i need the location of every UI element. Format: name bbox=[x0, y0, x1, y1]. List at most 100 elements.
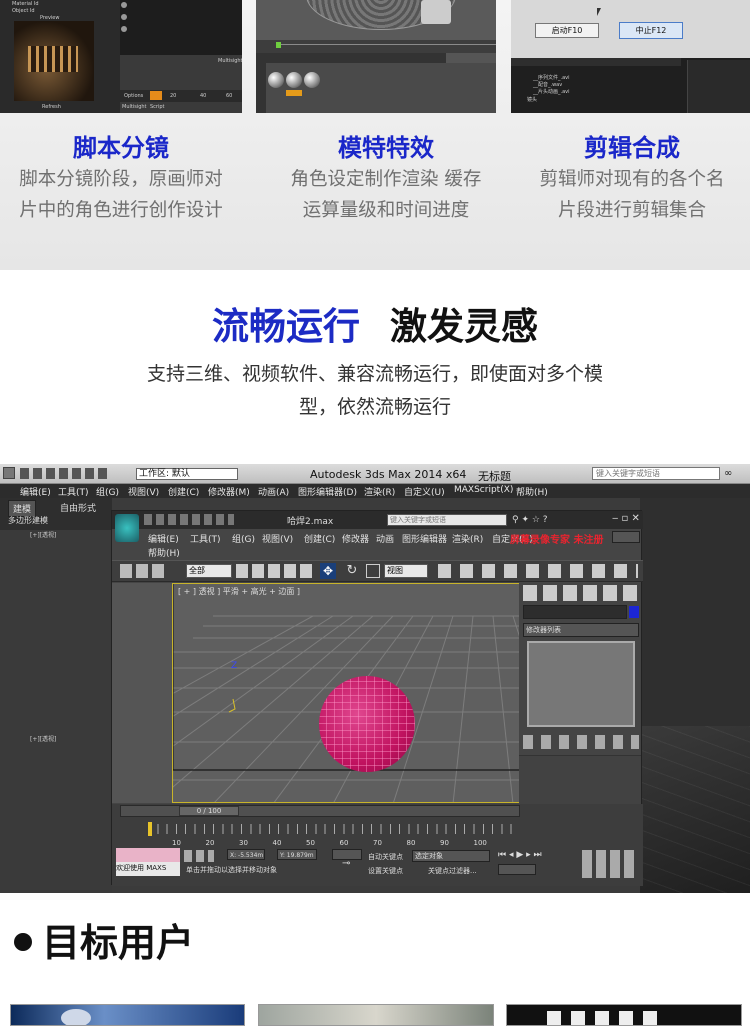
auto-key-button[interactable]: 自动关键点 bbox=[368, 852, 403, 862]
feature-model-effects-title: 模特特效 bbox=[338, 134, 434, 162]
menu-create[interactable]: 创建(C) bbox=[168, 485, 199, 498]
frame-counter: 0 / 100 bbox=[179, 806, 239, 816]
timeline-tick-label: 40 bbox=[273, 839, 282, 847]
max-search-input[interactable]: 键入关键字或短语 bbox=[387, 514, 507, 526]
thumb1-tick-40: 40 bbox=[200, 93, 207, 99]
feature-storyboard-desc-2: 片中的角色进行创作设计 bbox=[19, 200, 223, 221]
thumb1-label-a: Material Id bbox=[12, 1, 39, 7]
mouse-cursor-icon bbox=[597, 8, 601, 16]
software-screenshot: 工作区: 默认 Autodesk 3ds Max 2014 x64 无标题 键入… bbox=[0, 464, 750, 893]
menu-maxscript[interactable]: MAXScript(X) bbox=[454, 485, 513, 495]
scale-tool-icon[interactable] bbox=[366, 564, 380, 578]
modifier-stack[interactable] bbox=[527, 641, 635, 727]
win-menu-views[interactable]: 视图(V) bbox=[262, 532, 293, 545]
search-input[interactable]: 键入关键字或短语 bbox=[592, 467, 720, 480]
timeline-tick-label: 20 bbox=[206, 839, 215, 847]
user-thumbnail-2 bbox=[258, 1004, 494, 1026]
rotate-tool-icon[interactable]: ↻ bbox=[344, 563, 360, 579]
reference-coord-select[interactable]: 视图 bbox=[384, 564, 428, 578]
app-titlebar: 工作区: 默认 Autodesk 3ds Max 2014 x64 无标题 键入… bbox=[0, 464, 750, 484]
sphere-object[interactable] bbox=[319, 676, 415, 772]
thumb3-track-4: 镜头 bbox=[527, 97, 538, 103]
perspective-viewport[interactable]: [ + ] 透视 ] 平滑 + 高光 + 边面 ] Z bbox=[172, 583, 574, 803]
win-menu-group[interactable]: 组(G) bbox=[232, 532, 255, 545]
window-controls[interactable]: ‒ ▫ ✕ bbox=[612, 513, 640, 524]
playback-controls[interactable]: ⏮ ◂ ▶ ▸ ⏭ bbox=[498, 850, 542, 860]
win-menu-edit[interactable]: 编辑(E) bbox=[148, 532, 179, 545]
start-button[interactable]: 启动F10 bbox=[535, 23, 599, 38]
workspace-select[interactable]: 工作区: 默认 bbox=[136, 468, 238, 480]
win-menu-help[interactable]: 帮助(H) bbox=[148, 546, 180, 559]
feature-storyboard-desc-1: 脚本分镜阶段，原画师对 bbox=[19, 169, 223, 190]
tab-freeform[interactable]: 自由形式 bbox=[56, 500, 100, 515]
headline-description: 支持三维、视频软件、兼容流畅运行，即使面对多个模 型，依然流畅运行 bbox=[105, 358, 645, 424]
thumb3-track-1: __序列文件_.avi bbox=[533, 75, 570, 81]
menu-group[interactable]: 组(G) bbox=[96, 485, 119, 498]
feature-editing-desc-2: 片段进行剪辑集合 bbox=[557, 200, 706, 221]
win-menu-animation[interactable]: 动画 bbox=[376, 532, 394, 545]
viewport-left-strip bbox=[112, 583, 172, 803]
stop-button[interactable]: 中止F12 bbox=[619, 22, 683, 39]
user-thumbnail-1 bbox=[10, 1004, 245, 1026]
max-logo-icon[interactable] bbox=[115, 514, 139, 542]
binoculars-icon[interactable]: ∞ bbox=[724, 468, 744, 479]
thumb3-track-3: __片头动画_.avi bbox=[533, 89, 570, 95]
key-slider-cursor[interactable] bbox=[148, 822, 152, 836]
feature-editing-desc-1: 剪辑师对现有的各个名 bbox=[539, 169, 725, 190]
app-window-title: Autodesk 3ds Max 2014 x64 bbox=[310, 468, 467, 481]
selected-object-select[interactable]: 选定对象 bbox=[412, 850, 490, 862]
menu-customize[interactable]: 自定义(U) bbox=[404, 485, 445, 498]
tab-poly-modeling[interactable]: 多边形建模 bbox=[4, 514, 52, 527]
move-tool-icon[interactable]: ✥ bbox=[320, 563, 336, 579]
color-swatch[interactable] bbox=[629, 606, 639, 618]
thumb1-tick-20: 20 bbox=[170, 93, 177, 99]
menu-help[interactable]: 帮助(H) bbox=[516, 485, 548, 498]
modifier-list-select[interactable]: 修改器列表 bbox=[523, 623, 639, 637]
win-menu-modifiers[interactable]: 修改器 bbox=[342, 532, 369, 545]
feature-storyboard: 脚本分镜 脚本分镜阶段，原画师对 片中的角色进行创作设计 bbox=[0, 132, 246, 226]
menu-tools[interactable]: 工具(T) bbox=[58, 485, 89, 498]
thumb1-label-script: Script bbox=[150, 104, 165, 110]
y-coordinate-field[interactable]: Y: 19.879m bbox=[277, 849, 317, 860]
max-window-menu: 编辑(E) 工具(T) 组(G) 视图(V) 创建(C) 修改器 动画 图形编辑… bbox=[142, 530, 542, 560]
win-menu-tools[interactable]: 工具(T) bbox=[190, 532, 221, 545]
section-headline: 流畅运行 激发灵感 bbox=[0, 300, 750, 354]
thumb1-label-multisight: Multisight bbox=[122, 104, 147, 110]
menu-views[interactable]: 视图(V) bbox=[128, 485, 159, 498]
time-slider[interactable]: 0 / 100 bbox=[120, 805, 520, 817]
menu-rendering[interactable]: 渲染(R) bbox=[364, 485, 395, 498]
timeline-tick-label: 70 bbox=[373, 839, 382, 847]
status-prompt: 单击并拖动以选择并移动对象 bbox=[186, 866, 277, 874]
thumb1-label-multisight-top: Multisight bbox=[218, 58, 242, 64]
selection-filter-select[interactable]: 全部 bbox=[186, 564, 232, 578]
win-menu-rendering[interactable]: 渲染(R) bbox=[452, 532, 483, 545]
win-menu-graph-editors[interactable]: 图形编辑器 bbox=[402, 532, 447, 545]
thumbnail-storyboard: Material Id Object Id Preview Refresh Mu… bbox=[0, 0, 242, 113]
app-menubar: 编辑(E) 工具(T) 组(G) 视图(V) 创建(C) 修改器(M) 动画(A… bbox=[0, 484, 750, 498]
user-thumbnail-3 bbox=[506, 1004, 742, 1026]
menu-animation[interactable]: 动画(A) bbox=[258, 485, 289, 498]
main-toolbar: 全部 ✥ ↻ 视图 bbox=[112, 560, 643, 582]
win-menu-create[interactable]: 创建(C) bbox=[304, 532, 335, 545]
max-window: 哈焊2.max 键入关键字或短语 ⚲ ✦ ☆ ? ‒ ▫ ✕ 编辑(E) 工具(… bbox=[111, 510, 643, 886]
menu-modifiers[interactable]: 修改器(M) bbox=[208, 485, 250, 498]
timeline-tick-label: 100 bbox=[474, 839, 487, 847]
key-filters-button[interactable]: 关键点过滤器... bbox=[428, 866, 477, 876]
ribbon-tabs: 建模 自由形式 多边形建模 bbox=[0, 498, 112, 530]
thumb1-label-b: Object Id bbox=[12, 8, 35, 14]
headline-black: 激发灵感 bbox=[390, 305, 538, 348]
feature-model-effects-desc-1: 角色设定制作渲染 缓存 bbox=[290, 169, 482, 190]
feature-editing-title: 剪辑合成 bbox=[584, 134, 680, 162]
menu-edit[interactable]: 编辑(E) bbox=[20, 485, 51, 498]
svg-text:Z: Z bbox=[231, 661, 237, 671]
menu-graph-editors[interactable]: 图形编辑器(D) bbox=[298, 485, 357, 498]
headline-blue: 流畅运行 bbox=[212, 305, 360, 348]
feature-model-effects: 模特特效 角色设定制作渲染 缓存 运算量级和时间进度 bbox=[261, 132, 511, 226]
headline-desc-line1: 支持三维、视频软件、兼容流畅运行，即使面对多个模 bbox=[146, 363, 603, 385]
x-coordinate-field[interactable]: X: -5.534m bbox=[227, 849, 265, 860]
welcome-text: 欢迎使用 MAXS bbox=[116, 862, 180, 876]
set-key-button[interactable]: 设置关键点 bbox=[368, 866, 403, 876]
timeline-ticks: 10 20 30 40 50 60 70 80 90 100 bbox=[172, 839, 487, 847]
timeline-tick-label: 50 bbox=[306, 839, 315, 847]
key-icon[interactable]: ⊸ bbox=[342, 858, 350, 869]
